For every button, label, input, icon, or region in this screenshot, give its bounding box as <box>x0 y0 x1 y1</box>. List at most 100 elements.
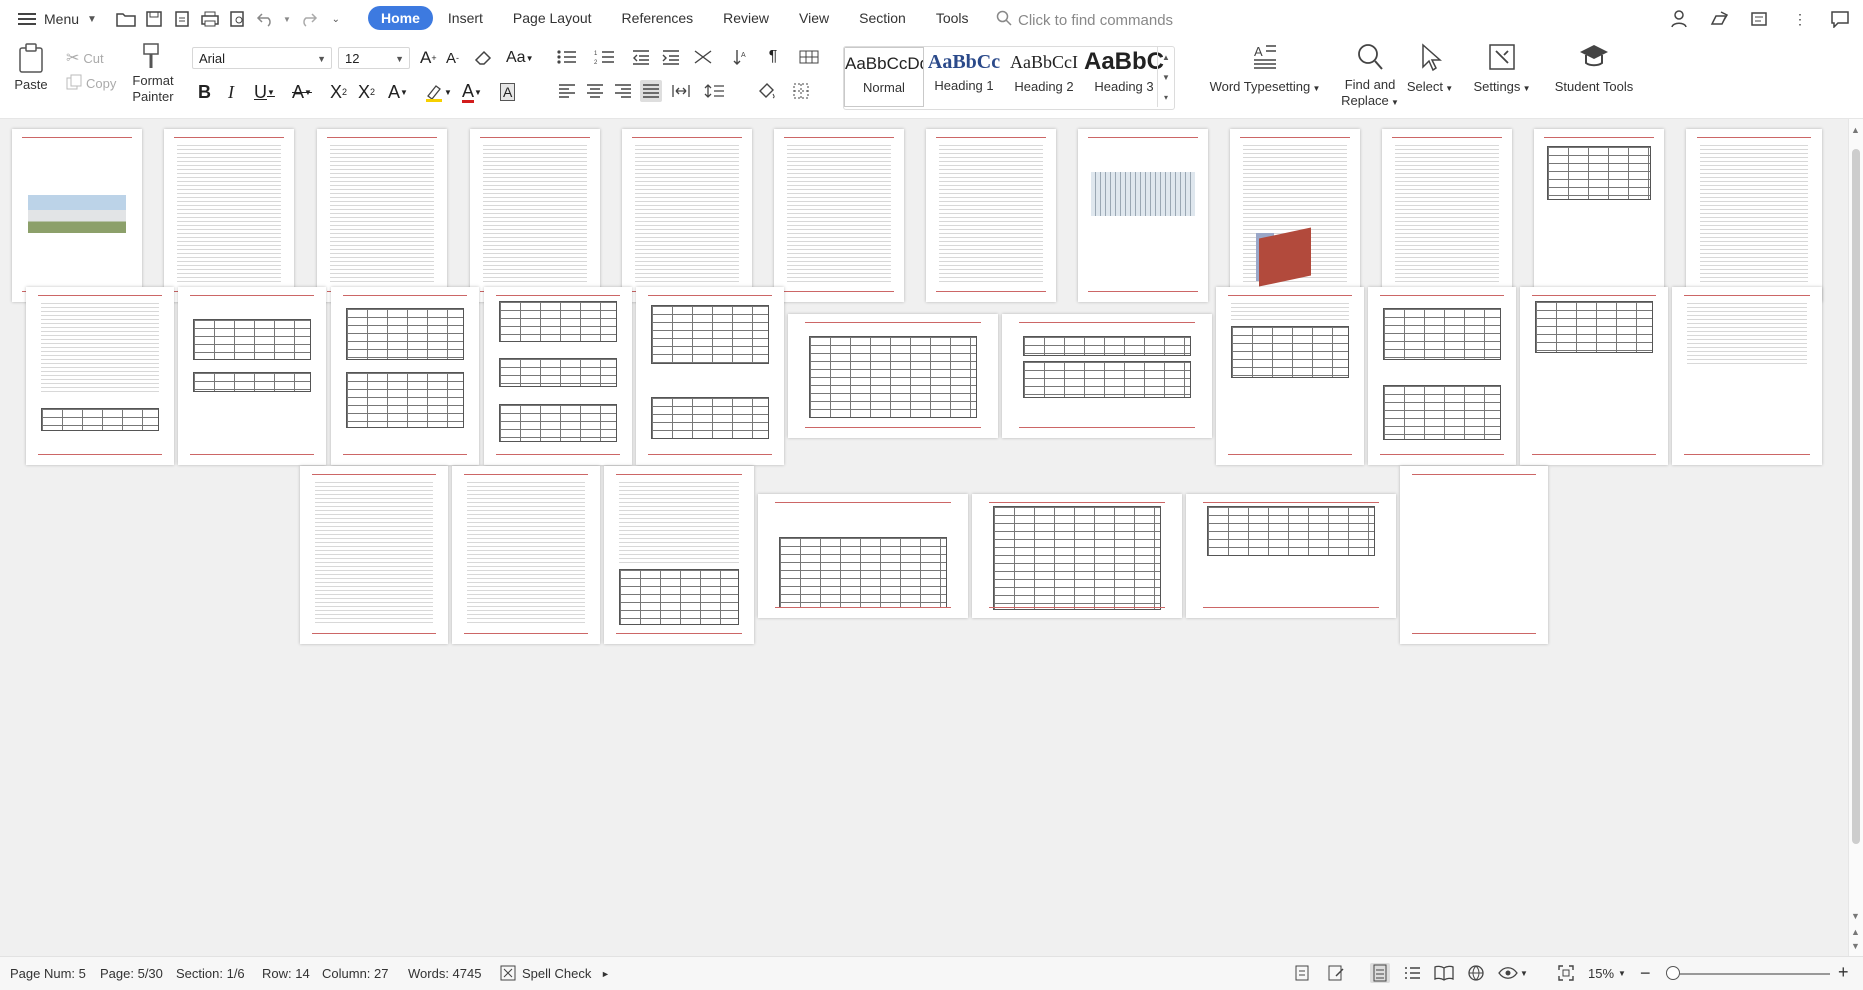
word-typesetting-button[interactable]: A Word Typesetting ▼ <box>1206 42 1324 97</box>
web-view-icon[interactable] <box>1466 963 1486 983</box>
word-count-status[interactable]: Words: 4745 <box>408 966 481 981</box>
paste-button[interactable]: Paste <box>10 42 52 93</box>
print-preview-icon[interactable] <box>227 8 249 30</box>
fit-page-icon[interactable] <box>1556 963 1576 983</box>
next-page-icon[interactable]: ▼ <box>1851 941 1860 951</box>
spell-check-label[interactable]: Spell Check <box>522 966 591 981</box>
decrease-font-icon[interactable]: A- <box>446 46 459 70</box>
reading-view-icon[interactable] <box>1434 963 1454 983</box>
style-heading-2[interactable]: AaBbCcI Heading 2 <box>1004 47 1084 107</box>
chevron-up-icon[interactable]: ▲ <box>1162 53 1170 62</box>
tab-home[interactable]: Home <box>368 6 433 30</box>
expand-styles-icon[interactable]: ▾ <box>1164 93 1168 102</box>
more-icon[interactable]: ⋮ <box>1789 8 1811 30</box>
redo-icon[interactable] <box>297 8 319 30</box>
print-icon[interactable] <box>199 8 221 30</box>
chevron-down-icon[interactable]: ▼ <box>1618 969 1626 978</box>
page-thumbnail[interactable] <box>452 466 600 644</box>
tab-review[interactable]: Review <box>708 6 784 30</box>
find-replace-button[interactable]: Find and Replace ▼ <box>1338 42 1402 111</box>
style-normal[interactable]: AaBbCcDd Normal <box>844 47 924 107</box>
spell-check-icon[interactable] <box>498 963 518 983</box>
font-size-select[interactable]: 12 ▼ <box>338 47 410 69</box>
paragraph-mark-icon[interactable]: ¶ <box>762 46 784 68</box>
page-thumbnail[interactable] <box>484 287 632 465</box>
page-thumbnail[interactable] <box>1672 287 1822 465</box>
protect-document-icon[interactable] <box>1292 963 1312 983</box>
save-icon[interactable] <box>143 8 165 30</box>
page-thumbnail[interactable] <box>331 287 479 465</box>
zoom-out-icon[interactable]: − <box>1640 963 1651 984</box>
scrollbar-thumb[interactable] <box>1852 149 1860 844</box>
decrease-indent-icon[interactable] <box>630 46 652 68</box>
select-button[interactable]: Select ▼ <box>1404 42 1456 97</box>
open-folder-icon[interactable] <box>115 8 137 30</box>
tab-view[interactable]: View <box>784 6 844 30</box>
page-thumbnail[interactable] <box>1230 129 1360 302</box>
text-effect-icon[interactable]: A ▼ <box>388 80 408 104</box>
zoom-in-icon[interactable]: + <box>1838 962 1849 983</box>
page-thumbnail[interactable] <box>26 287 174 465</box>
bold-icon[interactable]: B <box>198 80 211 104</box>
page-thumbnail[interactable] <box>164 129 294 302</box>
tab-references[interactable]: References <box>607 6 709 30</box>
page-thumbnail[interactable] <box>1186 494 1396 618</box>
line-spacing-icon[interactable] <box>704 80 726 102</box>
undo-dropdown-icon[interactable]: ▼ <box>283 15 291 24</box>
zoom-level[interactable]: 15% <box>1588 966 1614 981</box>
style-heading-3[interactable]: AaBbC Heading 3 <box>1084 47 1164 107</box>
page-thumbnail[interactable] <box>604 466 754 644</box>
tab-section[interactable]: Section <box>844 6 921 30</box>
command-search[interactable]: Click to find commands <box>996 10 1173 30</box>
character-shading-icon[interactable]: A <box>500 80 516 104</box>
align-left-icon[interactable] <box>556 80 578 102</box>
main-menu-button[interactable]: Menu ▼ <box>14 9 101 29</box>
change-case-icon[interactable]: Aa ▼ <box>506 46 534 70</box>
page-thumbnail[interactable] <box>1078 129 1208 302</box>
zoom-slider[interactable] <box>1680 973 1830 975</box>
shading-icon[interactable] <box>756 80 778 102</box>
page-thumbnail[interactable] <box>926 129 1056 302</box>
page-thumbnail[interactable] <box>178 287 326 465</box>
chevron-down-icon[interactable]: ▼ <box>1520 969 1528 978</box>
cut-button[interactable]: ✂ Cut <box>66 48 104 68</box>
tab-insert[interactable]: Insert <box>433 6 498 30</box>
customize-toolbar-icon[interactable]: ⌄ <box>325 8 347 30</box>
align-right-icon[interactable] <box>612 80 634 102</box>
subscript-icon[interactable]: X2 <box>358 80 375 104</box>
page-thumbnail[interactable] <box>1368 287 1516 465</box>
superscript-icon[interactable]: X2 <box>330 80 347 104</box>
increase-indent-icon[interactable] <box>660 46 682 68</box>
highlight-icon[interactable]: ▼ <box>424 80 452 104</box>
eye-protection-icon[interactable] <box>1498 963 1518 983</box>
page-thumbnail[interactable] <box>1382 129 1512 302</box>
italic-icon[interactable]: I <box>228 80 234 104</box>
section-status[interactable]: Section: 1/6 <box>176 966 245 981</box>
zoom-slider-handle[interactable] <box>1666 966 1680 980</box>
document-canvas[interactable] <box>0 119 1848 956</box>
page-thumbnail[interactable] <box>788 314 998 438</box>
format-painter-button[interactable]: Format Painter <box>128 42 174 105</box>
page-num-status[interactable]: Page Num: 5 <box>10 966 86 981</box>
page-thumbnail[interactable] <box>300 466 448 644</box>
page-thumbnail[interactable] <box>1520 287 1668 465</box>
strikethrough-icon[interactable]: A ▼ <box>292 80 312 104</box>
tab-tools[interactable]: Tools <box>921 6 984 30</box>
page-thumbnail[interactable] <box>1002 314 1212 438</box>
export-pdf-icon[interactable] <box>171 8 193 30</box>
font-name-select[interactable]: Arial ▼ <box>192 47 332 69</box>
undo-icon[interactable] <box>255 8 277 30</box>
font-color-icon[interactable]: A ▼ <box>462 80 482 104</box>
table-tools-icon[interactable] <box>798 46 820 68</box>
scroll-down-icon[interactable]: ▼ <box>1851 911 1860 921</box>
scroll-up-icon[interactable]: ▲ <box>1851 125 1860 135</box>
user-share-icon[interactable] <box>1669 8 1691 30</box>
increase-font-icon[interactable]: A + <box>420 46 437 70</box>
tab-page-layout[interactable]: Page Layout <box>498 6 607 30</box>
styles-scroll[interactable]: ▲ ▼ ▾ <box>1157 47 1174 107</box>
underline-icon[interactable]: U ▼ <box>254 80 275 104</box>
page-thumbnail[interactable] <box>12 129 142 302</box>
previous-page-icon[interactable]: ▲ <box>1851 927 1860 937</box>
page-thumbnail[interactable] <box>470 129 600 302</box>
page-thumbnail[interactable] <box>1216 287 1364 465</box>
